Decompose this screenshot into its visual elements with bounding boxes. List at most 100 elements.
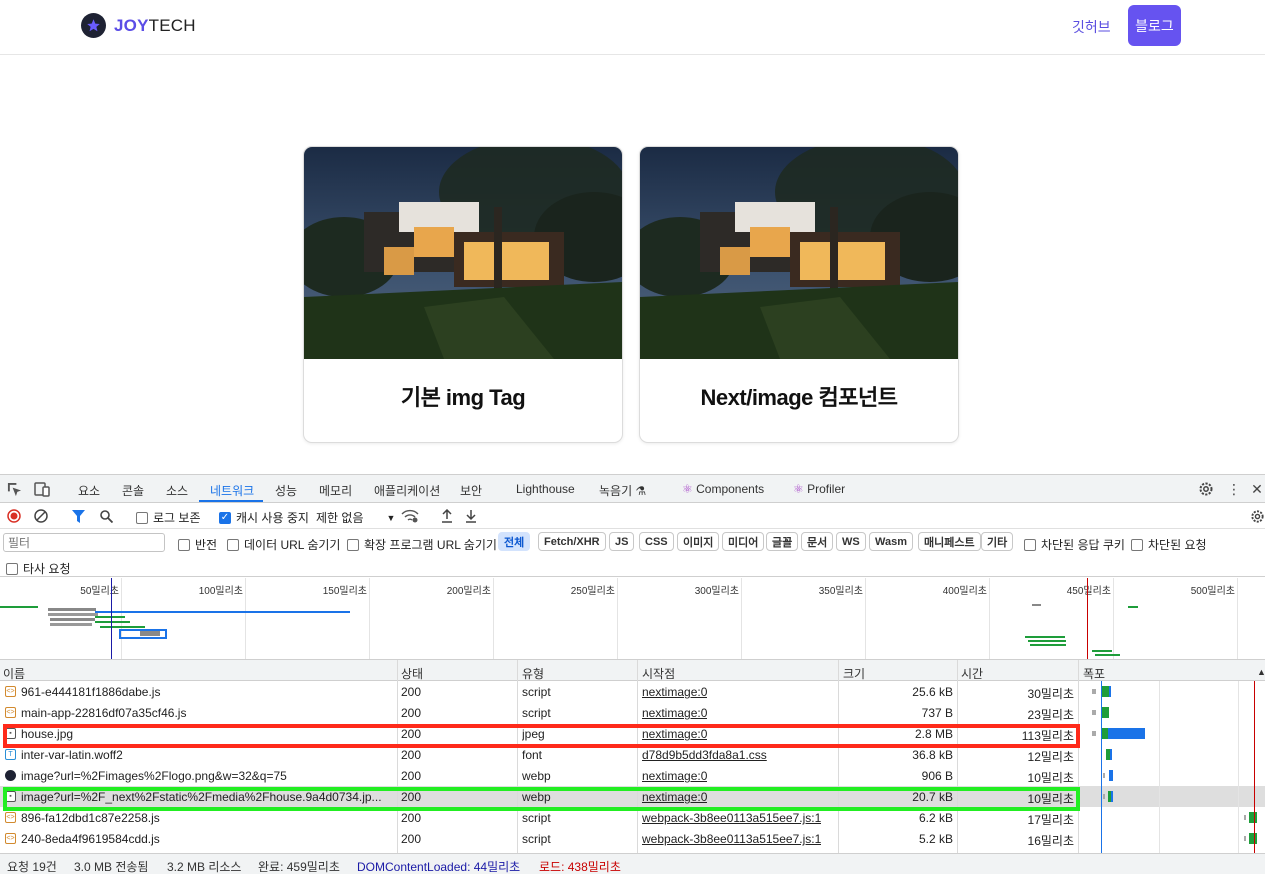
- logo-image-icon: [5, 770, 16, 781]
- font-file-icon: T: [5, 749, 16, 760]
- column-waterfall[interactable]: 폭포: [1083, 665, 1105, 682]
- transferred-size: 3.0 MB 전송됨: [74, 860, 149, 874]
- sort-ascending-icon[interactable]: ▲: [1257, 667, 1265, 677]
- tab-security[interactable]: 보안: [460, 482, 482, 499]
- type-filter-all[interactable]: 전체: [498, 532, 531, 551]
- house-photo: [304, 147, 622, 359]
- github-link[interactable]: 깃허브: [1072, 17, 1111, 37]
- request-table: 이름 상태 유형 시작점 크기 시간 폭포 ▲ <> 961-e444181f1…: [0, 660, 1265, 853]
- table-row[interactable]: <> 961-e444181f1886dabe.js 200 script ne…: [0, 681, 1265, 702]
- table-row[interactable]: <> main-app-22816df07a35cf46.js 200 scri…: [0, 702, 1265, 723]
- tab-profiler[interactable]: ⚛ Profiler: [793, 482, 845, 496]
- dcl-marker-line: [1101, 681, 1102, 853]
- type-filter-ws[interactable]: WS: [836, 532, 866, 551]
- initiator-link[interactable]: d78d9b5dd3fda8a1.css: [642, 748, 767, 762]
- filter-bar: 반전 데이터 URL 숨기기 확장 프로그램 URL 숨기기 전체 Fetch/…: [0, 529, 1265, 577]
- preserve-log-checkbox[interactable]: 로그 보존: [136, 509, 201, 526]
- type-filter-js[interactable]: JS: [609, 532, 635, 551]
- tab-sources[interactable]: 소스: [166, 482, 188, 499]
- more-options-icon[interactable]: ⋮: [1227, 480, 1241, 498]
- inspect-element-icon[interactable]: [6, 481, 22, 497]
- status-bar: 요청 19건 3.0 MB 전송됨 3.2 MB 리소스 완료: 459밀리초 …: [0, 853, 1265, 874]
- close-icon[interactable]: ✕: [1250, 480, 1264, 498]
- overview-bars: [0, 578, 1138, 659]
- highlight-box-green: [3, 787, 1080, 811]
- tab-application[interactable]: 애플리케이션: [374, 482, 440, 499]
- tab-elements[interactable]: 요소: [78, 482, 100, 499]
- disable-cache-checkbox[interactable]: ✓ 캐시 사용 중지: [219, 509, 309, 526]
- next-image-card[interactable]: Next/image 컴포넌트: [639, 146, 959, 443]
- clear-icon[interactable]: [34, 509, 48, 523]
- column-name[interactable]: 이름: [3, 665, 25, 682]
- column-type[interactable]: 유형: [522, 665, 544, 682]
- tab-network[interactable]: 네트워크: [210, 482, 254, 499]
- type-filter-wasm[interactable]: Wasm: [869, 532, 913, 551]
- react-icon: ⚛: [793, 482, 804, 496]
- settings-gear-icon[interactable]: [1197, 480, 1215, 498]
- card-title: 기본 img Tag: [400, 385, 526, 410]
- script-file-icon: <>: [5, 686, 16, 697]
- devtools-tab-bar: 요소 콘솔 소스 네트워크 성능 메모리 애플리케이션 보안 Lighthous…: [0, 475, 1265, 503]
- type-filter-doc[interactable]: 문서: [801, 532, 834, 551]
- hide-extension-urls-checkbox[interactable]: 확장 프로그램 URL 숨기기: [347, 536, 497, 553]
- network-conditions-icon[interactable]: [401, 508, 419, 524]
- type-filter-css[interactable]: CSS: [639, 532, 674, 551]
- type-filter-fetch[interactable]: Fetch/XHR: [538, 532, 606, 551]
- invert-checkbox[interactable]: 반전: [178, 536, 217, 553]
- table-header: 이름 상태 유형 시작점 크기 시간 폭포 ▲: [0, 660, 1265, 681]
- initiator-link[interactable]: nextimage:0: [642, 706, 707, 720]
- type-filter-media[interactable]: 미디어: [722, 532, 765, 551]
- tab-console[interactable]: 콘솔: [122, 482, 144, 499]
- waterfall-bar: [1103, 770, 1113, 781]
- column-status[interactable]: 상태: [401, 665, 423, 682]
- column-time[interactable]: 시간: [961, 665, 983, 682]
- dom-content-loaded-time: DOMContentLoaded: 44밀리초: [357, 860, 521, 874]
- img-tag-card[interactable]: 기본 img Tag: [303, 146, 623, 443]
- table-row[interactable]: image?url=%2Fimages%2Flogo.png&w=32&q=75…: [0, 765, 1265, 786]
- column-initiator[interactable]: 시작점: [642, 665, 675, 682]
- request-count: 요청 19건: [7, 860, 57, 874]
- dropdown-arrow-icon: ▼: [386, 512, 396, 523]
- blocked-requests-checkbox[interactable]: 차단된 요청: [1131, 536, 1207, 553]
- table-row[interactable]: <> 240-8eda4f9619584cdd.js 200 script we…: [0, 828, 1265, 849]
- network-settings-gear-icon[interactable]: [1249, 508, 1265, 524]
- tab-performance[interactable]: 성능: [275, 482, 297, 499]
- type-filter-img[interactable]: 이미지: [677, 532, 720, 551]
- tab-lighthouse[interactable]: Lighthouse: [516, 482, 575, 496]
- initiator-link[interactable]: webpack-3b8ee0113a515ee7.js:1: [642, 811, 821, 825]
- tab-components[interactable]: ⚛ Components: [682, 482, 764, 496]
- load-marker-line: [1254, 681, 1255, 853]
- logo-text: JOYTECH: [114, 15, 196, 35]
- script-file-icon: <>: [5, 833, 16, 844]
- type-filter-other[interactable]: 기타: [981, 532, 1014, 551]
- site-logo[interactable]: JOYTECH: [81, 13, 196, 38]
- blocked-cookies-checkbox[interactable]: 차단된 응답 쿠키: [1024, 536, 1125, 553]
- search-icon[interactable]: [99, 509, 113, 523]
- record-stop-icon[interactable]: [7, 509, 21, 523]
- initiator-link[interactable]: nextimage:0: [642, 769, 707, 783]
- type-filter-manifest[interactable]: 매니페스트: [918, 532, 981, 551]
- export-har-icon[interactable]: [464, 508, 478, 524]
- finish-time: 완료: 459밀리초: [258, 860, 340, 874]
- blog-button[interactable]: 블로그: [1128, 5, 1181, 46]
- device-toolbar-icon[interactable]: [34, 481, 50, 497]
- column-size[interactable]: 크기: [843, 665, 865, 682]
- initiator-link[interactable]: webpack-3b8ee0113a515ee7.js:1: [642, 832, 821, 846]
- network-overview-timeline[interactable]: 50밀리초 100밀리초 150밀리초 200밀리초 250밀리초 300밀리초…: [0, 578, 1265, 660]
- logo-star-icon: [81, 13, 106, 38]
- type-filter-font[interactable]: 글꼴: [766, 532, 799, 551]
- hide-data-urls-checkbox[interactable]: 데이터 URL 숨기기: [227, 536, 340, 553]
- import-har-icon[interactable]: [440, 508, 454, 524]
- initiator-link[interactable]: nextimage:0: [642, 685, 707, 699]
- filter-funnel-icon[interactable]: [71, 509, 85, 523]
- highlight-box-red: [3, 724, 1080, 748]
- card-title: Next/image 컴포넌트: [700, 385, 898, 410]
- waterfall-bar: [1106, 749, 1112, 760]
- tab-memory[interactable]: 메모리: [319, 482, 352, 499]
- third-party-checkbox[interactable]: 타사 요청: [6, 560, 71, 577]
- filter-input[interactable]: [3, 533, 165, 552]
- throttling-select[interactable]: 제한 없음 ▼: [316, 509, 395, 526]
- waterfall-bar: [1092, 686, 1111, 697]
- tab-recorder[interactable]: 녹음기 ⚗: [599, 482, 646, 499]
- script-file-icon: <>: [5, 707, 16, 718]
